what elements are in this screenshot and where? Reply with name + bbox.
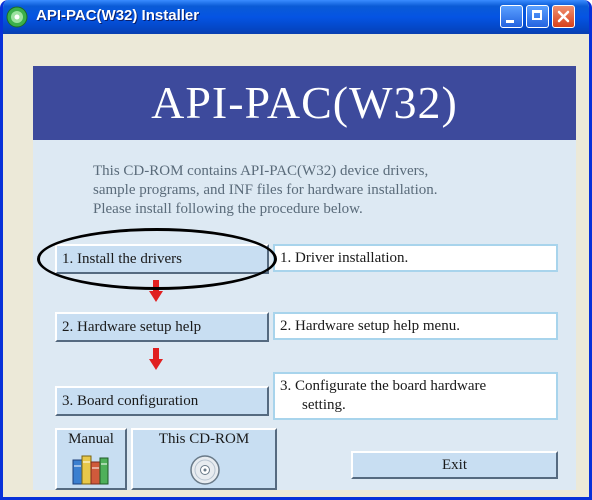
minimize-button[interactable] — [500, 5, 523, 28]
maximize-button[interactable] — [526, 5, 549, 28]
installer-window: API-PAC(W32) Installer API-PAC(W32) This… — [0, 0, 592, 500]
description-line: Please install following the procedure b… — [93, 201, 363, 217]
description-text: This CD-ROM contains API-PAC(W32) device… — [93, 162, 563, 219]
step3-info-line: setting. — [302, 397, 346, 413]
cdrom-button[interactable]: This CD-ROM — [131, 428, 277, 490]
main-panel: API-PAC(W32) This CD-ROM contains API-PA… — [33, 66, 576, 490]
step3-info-line: 3. Configurate the board hardware — [280, 378, 487, 394]
install-drivers-button[interactable]: 1. Install the drivers — [55, 244, 269, 274]
manual-button[interactable]: Manual — [55, 428, 127, 490]
cd-disc-icon — [190, 455, 220, 485]
hardware-setup-help-button[interactable]: 2. Hardware setup help — [55, 312, 269, 342]
close-icon — [557, 10, 570, 23]
step3-info-box: 3. Configurate the board hardware settin… — [273, 372, 558, 420]
exit-button[interactable]: Exit — [351, 451, 558, 479]
close-button[interactable] — [552, 5, 575, 28]
step1-info-box: 1. Driver installation. — [273, 244, 558, 272]
manual-label: Manual — [68, 431, 114, 447]
title-bar[interactable]: API-PAC(W32) Installer — [3, 0, 589, 34]
cdrom-label: This CD-ROM — [158, 431, 250, 447]
books-icon — [72, 455, 109, 485]
description-line: This CD-ROM contains API-PAC(W32) device… — [93, 163, 429, 179]
down-arrow-icon — [149, 348, 163, 370]
window-title: API-PAC(W32) Installer — [36, 7, 200, 24]
step2-info-box: 2. Hardware setup help menu. — [273, 312, 558, 340]
banner-title: API-PAC(W32) — [33, 66, 576, 140]
description-line: sample programs, and INF files for hardw… — [93, 182, 438, 198]
app-icon — [6, 6, 28, 28]
down-arrow-icon — [149, 280, 163, 302]
board-configuration-button[interactable]: 3. Board configuration — [55, 386, 269, 416]
